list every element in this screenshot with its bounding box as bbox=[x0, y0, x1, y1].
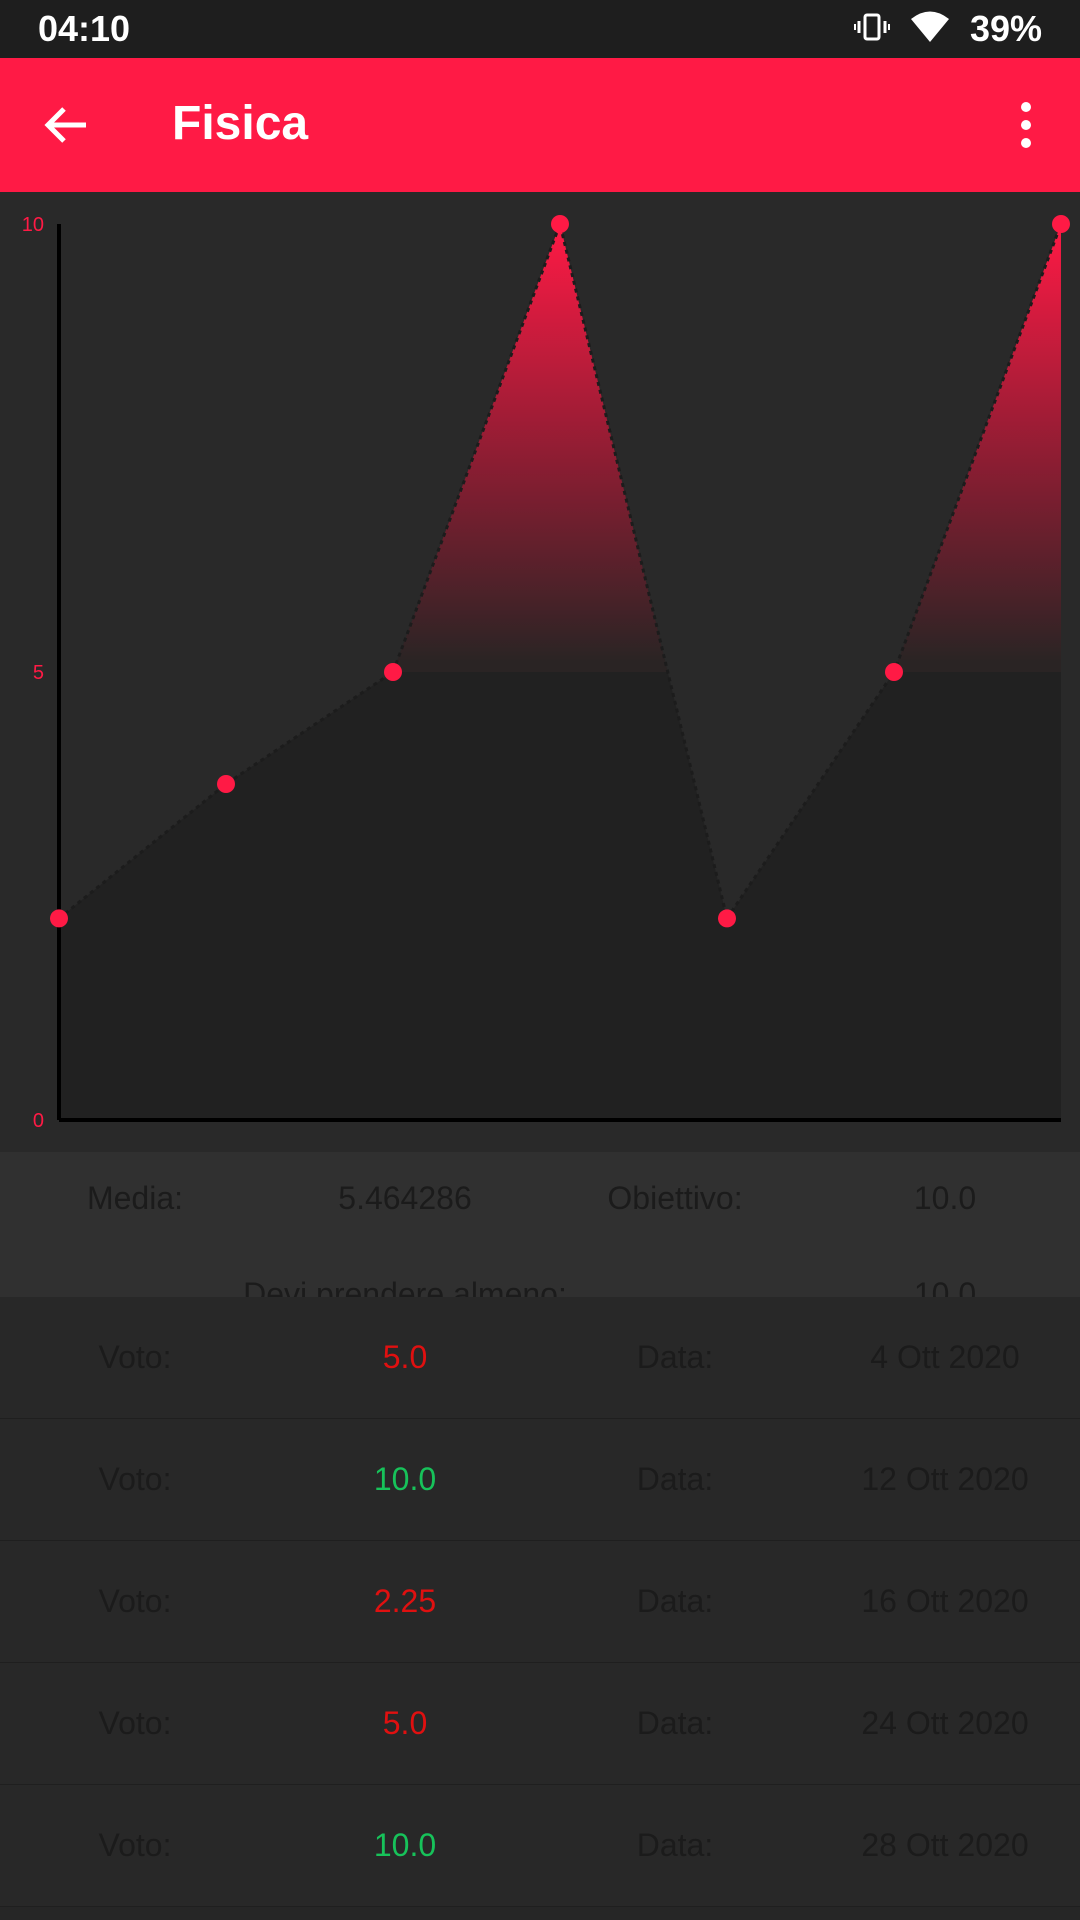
arrow-left-icon[interactable] bbox=[36, 95, 96, 155]
date-value: 4 Ott 2020 bbox=[870, 1339, 1020, 1375]
data-label: Data: bbox=[636, 1461, 714, 1497]
date-value: 12 Ott 2020 bbox=[861, 1461, 1029, 1497]
vibrate-icon bbox=[853, 9, 890, 50]
data-label: Data: bbox=[636, 1827, 714, 1863]
grade-row[interactable]: Voto: 10.0 Data: 12 Ott 2020 bbox=[0, 1419, 1080, 1541]
grades-list: Voto: 5.0 Data: 4 Ott 2020 Voto: 10.0 Da… bbox=[0, 1297, 1080, 1920]
voto-label: Voto: bbox=[98, 1827, 172, 1863]
voto-value: 10.0 bbox=[373, 1827, 437, 1863]
data-point bbox=[885, 663, 903, 681]
grade-row[interactable]: Voto: 2.25 Data: 16 Ott 2020 bbox=[0, 1541, 1080, 1663]
media-value: 5.464286 bbox=[338, 1180, 472, 1216]
voto-label: Voto: bbox=[98, 1339, 172, 1375]
more-vert-icon[interactable] bbox=[996, 95, 1056, 155]
y-tick-label: 10 bbox=[22, 214, 44, 236]
app-bar: Fisica bbox=[0, 58, 1080, 192]
obiettivo-value: 10.0 bbox=[913, 1180, 977, 1216]
y-tick-label: 0 bbox=[33, 1110, 44, 1132]
voto-label: Voto: bbox=[98, 1705, 172, 1741]
wifi-icon bbox=[910, 10, 950, 49]
battery-percentage: 39% bbox=[969, 8, 1042, 49]
obiettivo-label: Obiettivo: bbox=[607, 1180, 743, 1216]
status-icons: 39% bbox=[853, 8, 1042, 50]
data-label: Data: bbox=[636, 1339, 714, 1375]
date-value: 16 Ott 2020 bbox=[861, 1583, 1029, 1619]
status-time: 04:10 bbox=[38, 8, 131, 49]
data-label: Data: bbox=[636, 1705, 714, 1741]
grade-row[interactable]: Voto: 5.0 Data: 24 Ott 2020 bbox=[0, 1663, 1080, 1785]
data-point bbox=[1052, 215, 1070, 233]
voto-value: 5.0 bbox=[382, 1339, 428, 1375]
voto-value: 10.0 bbox=[373, 1461, 437, 1497]
media-label: Media: bbox=[86, 1180, 184, 1216]
chart-canvas: 0 5 10 bbox=[22, 214, 1070, 1132]
voto-value: 5.0 bbox=[382, 1705, 428, 1741]
status-bar: 04:10 39% bbox=[0, 0, 1080, 58]
date-value: 24 Ott 2020 bbox=[861, 1705, 1029, 1741]
data-point bbox=[217, 775, 235, 793]
data-point bbox=[551, 215, 569, 233]
voto-label: Voto: bbox=[98, 1583, 172, 1619]
y-tick-label: 5 bbox=[33, 662, 44, 684]
data-label: Data: bbox=[636, 1583, 714, 1619]
grades-chart: 0 5 10 bbox=[0, 192, 1080, 1152]
date-value: 28 Ott 2020 bbox=[861, 1827, 1029, 1863]
grade-row[interactable]: Voto: 10.0 Data: 28 Ott 2020 bbox=[0, 1785, 1080, 1907]
voto-value: 2.25 bbox=[373, 1583, 437, 1619]
voto-label: Voto: bbox=[98, 1461, 172, 1497]
data-point bbox=[384, 663, 402, 681]
data-point bbox=[718, 909, 736, 928]
page-title: Fisica bbox=[172, 97, 309, 150]
grade-row[interactable]: Voto: 5.0 Data: 4 Ott 2020 bbox=[0, 1297, 1080, 1419]
data-point bbox=[50, 909, 68, 928]
